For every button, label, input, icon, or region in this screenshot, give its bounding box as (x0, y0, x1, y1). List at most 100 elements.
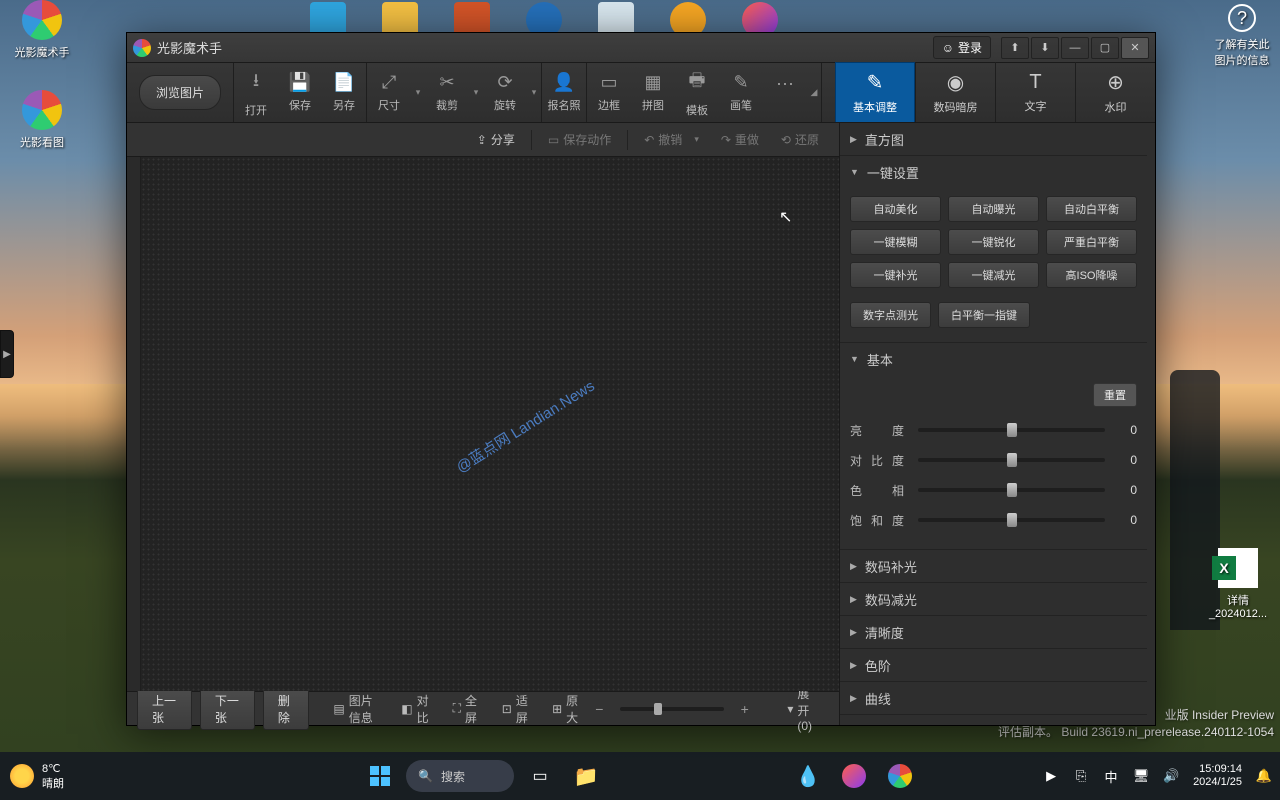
rotate-dropdown[interactable]: ▾ (527, 87, 541, 98)
image-info-panel[interactable]: ? 了解有关此 图片的信息 (1210, 4, 1274, 68)
explorer-button[interactable]: 📁 (566, 756, 606, 796)
section-quick[interactable]: ▼一键设置 (840, 156, 1147, 188)
usb-icon[interactable]: ⎘ (1073, 768, 1089, 784)
desktop-icon-neo-viewer[interactable]: 光影看图 (4, 90, 80, 150)
prev-button[interactable]: 上一张 (137, 688, 192, 730)
minimize-button[interactable]: — (1061, 37, 1089, 59)
zoom-thumb[interactable] (654, 703, 662, 715)
slider-thumb[interactable] (1007, 513, 1017, 527)
ime-indicator[interactable]: 中 (1103, 768, 1119, 784)
section-digital-dim[interactable]: ▶数码减光 (840, 583, 1147, 615)
fullscreen-button[interactable]: ⛶全屏 (445, 692, 486, 726)
more-icon: ⋯ (776, 74, 794, 95)
collage-button[interactable]: ▦拼图 (631, 72, 675, 113)
section-histogram[interactable]: ▶直方图 (840, 123, 1147, 155)
section-curves[interactable]: ▶曲线 (840, 682, 1147, 714)
app-icon (888, 764, 912, 788)
maximize-button[interactable]: ▢ (1091, 37, 1119, 59)
chevron-down-icon[interactable]: ▾ (694, 134, 699, 145)
compare-button[interactable]: ◧对比 (393, 692, 436, 726)
zoom-in-button[interactable]: + (740, 701, 750, 717)
section-levels[interactable]: ▶色阶 (840, 649, 1147, 681)
brightness-slider[interactable]: 亮度 0 (850, 415, 1137, 445)
expand-icon: ⛶ (453, 701, 461, 716)
titlebar[interactable]: 光影魔术手 ☺ 登录 ⬆ ⬇ — ▢ ✕ (127, 33, 1155, 63)
contrast-slider[interactable]: 对比度 0 (850, 445, 1137, 475)
image-info-button[interactable]: ▤图片信息 (325, 692, 385, 726)
canvas[interactable]: @蓝点网 Landian.News ↖ (141, 157, 839, 691)
zoom-slider[interactable] (620, 707, 724, 711)
quick-fill-button[interactable]: 一键补光 (850, 262, 941, 288)
point-meter-button[interactable]: 数字点测光 (850, 302, 931, 328)
tab-darkroom[interactable]: ◉数码暗房 (915, 62, 995, 122)
heavy-wb-button[interactable]: 严重白平衡 (1046, 229, 1137, 255)
tab-watermark[interactable]: ⊕水印 (1075, 62, 1155, 122)
restore-button[interactable]: ⟲还原 (771, 127, 829, 152)
save-action-button[interactable]: ▭保存动作 (538, 127, 621, 152)
brush-button[interactable]: ✎画笔 (719, 72, 763, 113)
task-view-button[interactable]: ▭ (520, 756, 560, 796)
weather-widget[interactable]: 8℃ 晴朗 (10, 762, 64, 791)
save-as-button[interactable]: 📄另存 (322, 72, 366, 113)
high-iso-button[interactable]: 高ISO降噪 (1046, 262, 1137, 288)
saturation-slider[interactable]: 饱和度 0 (850, 505, 1137, 535)
hue-slider[interactable]: 色相 0 (850, 475, 1137, 505)
close-button[interactable]: ✕ (1121, 37, 1149, 59)
firefox-button[interactable] (834, 756, 874, 796)
section-clarity[interactable]: ▶清晰度 (840, 616, 1147, 648)
search-input[interactable]: 🔍搜索 (406, 760, 514, 792)
left-expand-handle[interactable]: ▶ (0, 330, 14, 378)
share-button[interactable]: ⇪分享 (467, 127, 525, 152)
section-basic[interactable]: ▼基本 (840, 343, 1147, 375)
slider-thumb[interactable] (1007, 423, 1017, 437)
collapse-up-button[interactable]: ⬆ (1001, 37, 1029, 59)
start-button[interactable] (360, 756, 400, 796)
more-dropdown[interactable]: ◢ (807, 87, 821, 98)
notifications-icon[interactable]: 🔔 (1256, 768, 1272, 784)
login-button[interactable]: ☺ 登录 (933, 36, 991, 59)
quick-dim-button[interactable]: 一键减光 (948, 262, 1039, 288)
network-icon[interactable]: 🖥 (1133, 768, 1149, 784)
original-button[interactable]: ⊞原大 (544, 692, 586, 726)
expand-panel-button[interactable]: ▾展开(0) (779, 685, 829, 733)
template-button[interactable]: 🖶模板 (675, 68, 719, 118)
redo-button[interactable]: ↷重做 (711, 127, 769, 152)
zoom-out-button[interactable]: − (594, 701, 604, 717)
auto-beautify-button[interactable]: 自动美化 (850, 196, 941, 222)
slider-thumb[interactable] (1007, 453, 1017, 467)
save-button[interactable]: 💾保存 (278, 72, 322, 113)
undo-button[interactable]: ↶撤销▾ (634, 127, 709, 152)
browse-button[interactable]: 浏览图片 (139, 75, 221, 110)
delete-button[interactable]: 删除 (263, 688, 310, 730)
resize-button[interactable]: ⤢尺寸 (367, 72, 411, 113)
tab-text[interactable]: T文字 (995, 62, 1075, 122)
section-digital-fill[interactable]: ▶数码补光 (840, 550, 1147, 582)
rotate-button[interactable]: ⟳旋转 (483, 72, 527, 113)
crop-dropdown[interactable]: ▾ (469, 87, 483, 98)
volume-icon[interactable]: 🔊 (1163, 768, 1179, 784)
border-button[interactable]: ▭边框 (587, 72, 631, 113)
wb-onekey-button[interactable]: 白平衡一指键 (938, 302, 1030, 328)
quick-blur-button[interactable]: 一键模糊 (850, 229, 941, 255)
collapse-down-button[interactable]: ⬇ (1031, 37, 1059, 59)
slider-thumb[interactable] (1007, 483, 1017, 497)
auto-exposure-button[interactable]: 自动曝光 (948, 196, 1039, 222)
neo-app-button[interactable] (880, 756, 920, 796)
clock[interactable]: 15:09:14 2024/1/25 (1193, 763, 1242, 789)
crop-button[interactable]: ✂裁剪 (425, 72, 469, 113)
reset-button[interactable]: 重置 (1093, 383, 1137, 407)
tab-basic-adjust[interactable]: ✎基本调整 (835, 62, 915, 122)
fit-button[interactable]: ⊡适屏 (494, 692, 536, 726)
next-button[interactable]: 下一张 (200, 688, 255, 730)
desktop-icon-neo[interactable]: 光影魔术手 (4, 0, 80, 60)
more-button[interactable]: ⋯ (763, 74, 807, 111)
idphoto-button[interactable]: 👤报名照 (542, 72, 586, 113)
quick-sharpen-button[interactable]: 一键锐化 (948, 229, 1039, 255)
resize-dropdown[interactable]: ▾ (411, 87, 425, 98)
auto-wb-button[interactable]: 自动白平衡 (1046, 196, 1137, 222)
desktop-icon-excel[interactable]: 详情_2024012... (1200, 548, 1276, 620)
open-button[interactable]: ⭳打开 (234, 68, 278, 118)
app-shortcut[interactable]: 💧 (788, 756, 828, 796)
undo-icon: ↶ (644, 133, 654, 147)
tray-chevron[interactable]: ▶ (1043, 768, 1059, 784)
